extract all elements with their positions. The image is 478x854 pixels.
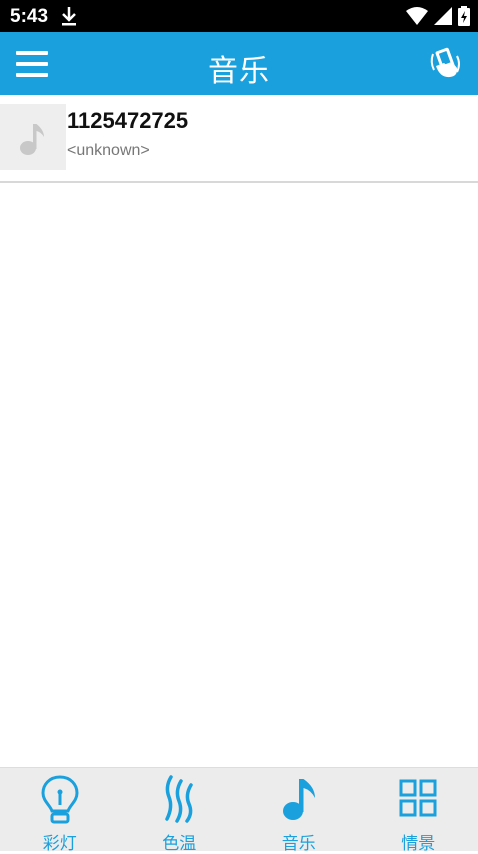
- signal-icon: [434, 7, 452, 30]
- song-title: 1125472725: [67, 108, 188, 134]
- tab-color-light[interactable]: 彩灯: [0, 768, 120, 851]
- app-bar: 音乐: [0, 32, 478, 95]
- grid-icon: [398, 773, 438, 830]
- shake-phone-icon[interactable]: [426, 44, 464, 82]
- status-bar: 5:43: [0, 0, 478, 32]
- status-icons: [406, 6, 470, 31]
- music-note-icon: [279, 773, 319, 830]
- tab-scene[interactable]: 情景: [359, 768, 478, 851]
- bulb-icon: [40, 773, 80, 830]
- tab-label: 彩灯: [0, 829, 120, 854]
- tab-label: 音乐: [239, 829, 359, 854]
- download-icon: [60, 5, 78, 32]
- song-artist: <unknown>: [67, 142, 150, 160]
- page-title: 音乐: [0, 46, 478, 90]
- tab-label: 情景: [359, 829, 478, 854]
- song-thumbnail: [0, 104, 66, 170]
- bottom-nav: 彩灯 色温 音乐: [0, 767, 478, 851]
- music-note-icon: [0, 104, 66, 170]
- wifi-icon: [406, 7, 428, 30]
- flame-icon: [159, 773, 199, 830]
- status-time: 5:43: [10, 6, 48, 28]
- tab-music[interactable]: 音乐: [239, 768, 359, 851]
- tab-color-temp[interactable]: 色温: [120, 768, 240, 851]
- tab-label: 色温: [120, 829, 240, 854]
- battery-charging-icon: [458, 6, 470, 31]
- list-item[interactable]: 1125472725 <unknown>: [0, 101, 478, 183]
